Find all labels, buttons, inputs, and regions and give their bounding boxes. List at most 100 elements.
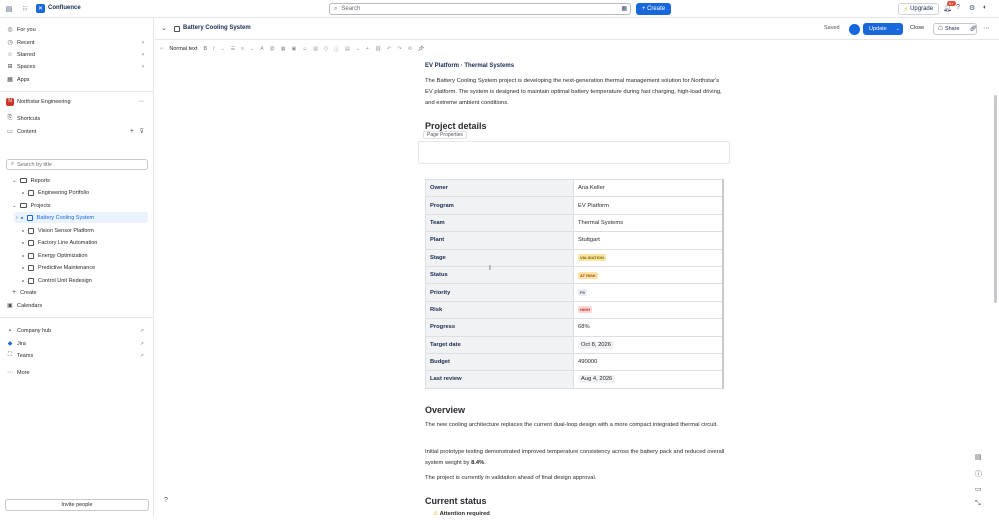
property-key[interactable]: Team [425, 213, 574, 233]
tree-item-engineering-portfolio[interactable]: Engineering Portfolio [22, 187, 148, 198]
history-icon[interactable]: ⟲ [408, 46, 412, 52]
chevron-down-icon[interactable]: ⌄ [896, 26, 900, 32]
project-details-heading[interactable]: Project details [425, 121, 487, 131]
property-value-cell[interactable]: 68% [573, 318, 724, 337]
sidebar-create[interactable]: + Create [12, 287, 148, 298]
align-icon[interactable]: ⌄ [250, 46, 254, 52]
app-switcher-icon[interactable]: ⁝⁝ [20, 4, 30, 14]
property-value-cell[interactable]: HIGH [573, 300, 724, 320]
confluence-logo-icon[interactable]: ✕ [36, 4, 45, 13]
sidebar-toggle-icon[interactable]: ▤ [4, 4, 14, 14]
sidebar-item-for-you[interactable]: ◎ For you [6, 24, 148, 35]
table-icon[interactable]: ▦ [281, 46, 286, 52]
code-icon[interactable]: ⟨⟩ [324, 46, 328, 52]
property-key[interactable]: Priority [425, 283, 574, 302]
more-options-icon[interactable]: ⋯ [138, 98, 144, 105]
sidebar-app-teams[interactable]: ⛶ Teams ↗ [6, 350, 148, 361]
tree-item-vision-sensor-platform[interactable]: Vision Sensor Platform [22, 225, 148, 236]
overview-heading[interactable]: Overview [425, 405, 465, 415]
property-value-cell[interactable]: AT RISK [573, 265, 724, 285]
property-key[interactable]: Last review [425, 370, 574, 389]
sidebar-item-content[interactable]: ▭ Content + ⊽ [6, 126, 148, 137]
sidebar-app-jira[interactable]: ◆ Jira ↗ [6, 338, 148, 349]
current-status-heading[interactable]: Current status [425, 496, 487, 506]
attention-panel[interactable]: ⚠ Attention required [425, 509, 725, 520]
sidebar-item-apps[interactable]: ▦ Apps [6, 74, 148, 85]
link-icon[interactable]: ⛓ [375, 46, 381, 52]
add-content-icon[interactable]: + [130, 128, 134, 135]
sidebar-item-spaces[interactable]: ⊞ Spaces › [6, 61, 148, 72]
video-icon[interactable]: ▭ [975, 485, 982, 493]
overview-paragraph-1[interactable]: The new cooling architecture replaces th… [425, 420, 725, 431]
help-icon[interactable]: ? [164, 497, 168, 504]
sidebar-item-shortcuts[interactable]: ⎘ Shortcuts [6, 113, 148, 124]
tree-item-reports[interactable]: ⌄ Reports [12, 175, 148, 186]
property-value-cell[interactable]: Aug 4, 2026 [573, 370, 724, 389]
close-button[interactable]: Close [910, 25, 924, 31]
property-key[interactable]: Plant [425, 231, 574, 250]
property-key[interactable]: Stage [425, 248, 574, 267]
sidebar-more[interactable]: ⋯ More [6, 367, 148, 378]
help-icon[interactable]: ? [956, 4, 960, 11]
text-color-icon[interactable]: A [260, 46, 263, 52]
tree-item-control-unit-redesign[interactable]: Control Unit Redesign [22, 275, 148, 286]
layout-icon[interactable]: ▥ [313, 46, 318, 52]
tree-item-predictive-maintenance[interactable]: Predictive Maintenance [22, 262, 148, 273]
chevron-down-icon[interactable]: ⌄ [161, 24, 167, 32]
upgrade-button[interactable]: ⚡ Upgrade [898, 3, 939, 15]
chevron-left-icon[interactable]: ‹› [160, 46, 163, 52]
italic-icon[interactable]: I [213, 46, 214, 52]
sidebar-item-recent[interactable]: ◷ Recent › [6, 37, 148, 48]
tree-item-projects[interactable]: ⌄ Projects [12, 200, 148, 211]
property-value-cell[interactable]: VALIDATION [573, 248, 724, 267]
chevron-down-icon[interactable]: ⌄ [12, 178, 17, 184]
invite-people-button[interactable]: Invite people [5, 499, 149, 511]
info-panel-icon[interactable]: ⓘ [334, 46, 339, 53]
property-key[interactable]: Progress [425, 318, 574, 337]
text-style-dropdown[interactable]: Normal text [169, 46, 197, 52]
sidebar-search-input[interactable]: ⌕ Search by title [6, 159, 148, 170]
chevron-right-icon[interactable]: › [142, 64, 144, 70]
property-value-cell[interactable]: Stuttgart [573, 231, 724, 250]
overview-paragraph-3[interactable]: The project is currently in validation a… [425, 473, 725, 484]
columns-icon[interactable]: ▤ [345, 46, 350, 52]
profile-avatar-icon[interactable]: ◐ [983, 4, 987, 11]
bullet-list-icon[interactable]: ☰ [231, 46, 235, 52]
image-icon[interactable]: ▣ [291, 46, 296, 52]
mention-icon[interactable]: @ [270, 46, 275, 52]
info-icon[interactable]: ⓘ [975, 469, 982, 479]
chevron-right-icon[interactable]: › [142, 52, 144, 58]
create-button[interactable]: + Create [636, 3, 671, 15]
property-key[interactable]: Target date [425, 335, 574, 354]
property-value-cell[interactable]: Ana Keller [573, 178, 724, 198]
redo-icon[interactable]: ↷ [397, 46, 401, 52]
property-value-cell[interactable]: Thermal Systems [573, 213, 724, 233]
tree-item-energy-optimization[interactable]: Energy Optimization [22, 250, 148, 261]
insert-more-icon[interactable]: ⌄ [356, 46, 360, 52]
chevron-down-icon[interactable]: ⌄ [12, 203, 17, 209]
property-key[interactable]: Risk [425, 300, 574, 320]
more-options-icon[interactable]: ⋯ [983, 24, 990, 32]
settings-icon[interactable]: ⚙ [969, 4, 975, 12]
app-name[interactable]: Confluence [48, 5, 81, 11]
intro-paragraph[interactable]: The Battery Cooling System project is de… [425, 76, 725, 109]
property-value-cell[interactable]: EV Platform [573, 196, 724, 215]
link-icon[interactable]: 🔗︎ [970, 26, 977, 32]
sidebar-item-starred[interactable]: ☆ Starred › [6, 49, 148, 60]
emoji-icon[interactable]: ☺ [302, 46, 307, 52]
chevron-right-icon[interactable]: › [16, 215, 18, 221]
undo-icon[interactable]: ↶ [387, 46, 391, 52]
expand-icon[interactable]: ⤡ [975, 500, 981, 508]
property-value-cell[interactable]: 490000 [573, 352, 724, 372]
property-value-cell[interactable]: Oct 8, 2026 [573, 335, 724, 354]
share-button[interactable]: ☖ Share 🔗︎ [933, 23, 977, 35]
more-formatting-icon[interactable]: ⌄ [220, 46, 224, 52]
tree-item-factory-line-automation[interactable]: Factory Line Automation [22, 237, 148, 248]
scrollbar[interactable] [994, 95, 997, 303]
comments-icon[interactable]: ▤ [975, 453, 982, 461]
sidebar-item-calendars[interactable]: ▣ Calendars [6, 300, 148, 311]
overview-paragraph-2[interactable]: Initial prototype testing demonstrated i… [425, 447, 725, 469]
property-key[interactable]: Status [425, 265, 574, 285]
filter-icon[interactable]: ⊽ [140, 128, 144, 135]
collaborator-avatar[interactable] [849, 24, 860, 35]
